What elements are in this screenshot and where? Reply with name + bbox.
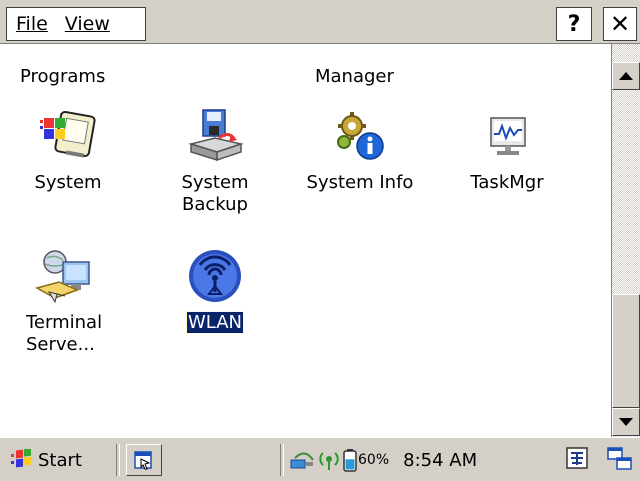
item-system-info[interactable]: System Info bbox=[300, 108, 420, 194]
battery-icon[interactable] bbox=[343, 448, 357, 472]
item-label: System bbox=[34, 172, 102, 193]
battery-percent: 60% bbox=[358, 452, 390, 468]
divider bbox=[116, 444, 120, 476]
system-tray: 60% 8:54 AM bbox=[289, 444, 579, 476]
terminal-server-icon bbox=[35, 250, 90, 304]
scrollbar-thumb[interactable] bbox=[612, 294, 640, 408]
vertical-scrollbar[interactable] bbox=[611, 44, 640, 437]
wlan-icon bbox=[189, 250, 241, 302]
group-header-programs: Programs bbox=[20, 66, 106, 87]
start-label: Start bbox=[38, 449, 82, 471]
item-system-backup[interactable]: System Backup bbox=[155, 108, 275, 216]
wireless-signal-icon[interactable] bbox=[317, 449, 341, 471]
battery-fill bbox=[345, 459, 355, 470]
input-method-icon[interactable] bbox=[565, 446, 589, 470]
arrow-up-icon bbox=[619, 72, 633, 80]
arrow-down-icon bbox=[619, 418, 633, 426]
item-label: TaskMgr bbox=[470, 172, 544, 193]
scroll-down-button[interactable] bbox=[612, 408, 640, 436]
explorer-window-icon bbox=[134, 451, 152, 470]
item-label-text: WLAN bbox=[185, 311, 245, 334]
help-label: ? bbox=[567, 11, 581, 37]
system-info-icon bbox=[337, 112, 384, 160]
file-menu[interactable]: File bbox=[7, 8, 56, 40]
scroll-up-button[interactable] bbox=[612, 62, 640, 90]
taskbar-explorer-button[interactable] bbox=[126, 444, 162, 476]
clock[interactable]: 8:54 AM bbox=[403, 450, 477, 471]
menu-group: File View bbox=[6, 7, 146, 41]
start-button[interactable]: Start bbox=[2, 443, 110, 477]
view-menu-label: View bbox=[64, 13, 110, 35]
item-wlan[interactable]: WLAN bbox=[155, 248, 275, 334]
close-button[interactable]: ✕ bbox=[603, 7, 637, 41]
windows-flag-icon bbox=[11, 449, 31, 468]
file-menu-label: File bbox=[16, 13, 48, 35]
system-backup-icon bbox=[188, 109, 244, 162]
item-label: System Info bbox=[306, 172, 414, 193]
switch-windows-icon[interactable] bbox=[606, 446, 634, 472]
view-menu[interactable]: View bbox=[56, 8, 118, 40]
menu-bar: File View ? ✕ bbox=[0, 0, 640, 44]
item-system[interactable]: System bbox=[8, 108, 128, 194]
item-label: Terminal Serve... bbox=[26, 312, 103, 355]
file-browser-view: Programs Manager System System Backup Sy… bbox=[0, 44, 611, 437]
task-manager-icon bbox=[490, 117, 526, 155]
help-button[interactable]: ? bbox=[556, 7, 592, 41]
item-taskmgr[interactable]: TaskMgr bbox=[447, 108, 567, 194]
item-label: System Backup bbox=[181, 172, 249, 215]
system-icon bbox=[40, 110, 96, 158]
item-terminal-server[interactable]: Terminal Serve... bbox=[8, 248, 118, 356]
taskbar: Start 60% 8:54 AM bbox=[0, 437, 640, 481]
divider bbox=[280, 444, 284, 476]
item-label: WLAN bbox=[155, 311, 275, 334]
group-header-manager: Manager bbox=[315, 66, 394, 87]
network-connection-icon[interactable] bbox=[289, 449, 315, 471]
close-icon: ✕ bbox=[609, 10, 631, 38]
